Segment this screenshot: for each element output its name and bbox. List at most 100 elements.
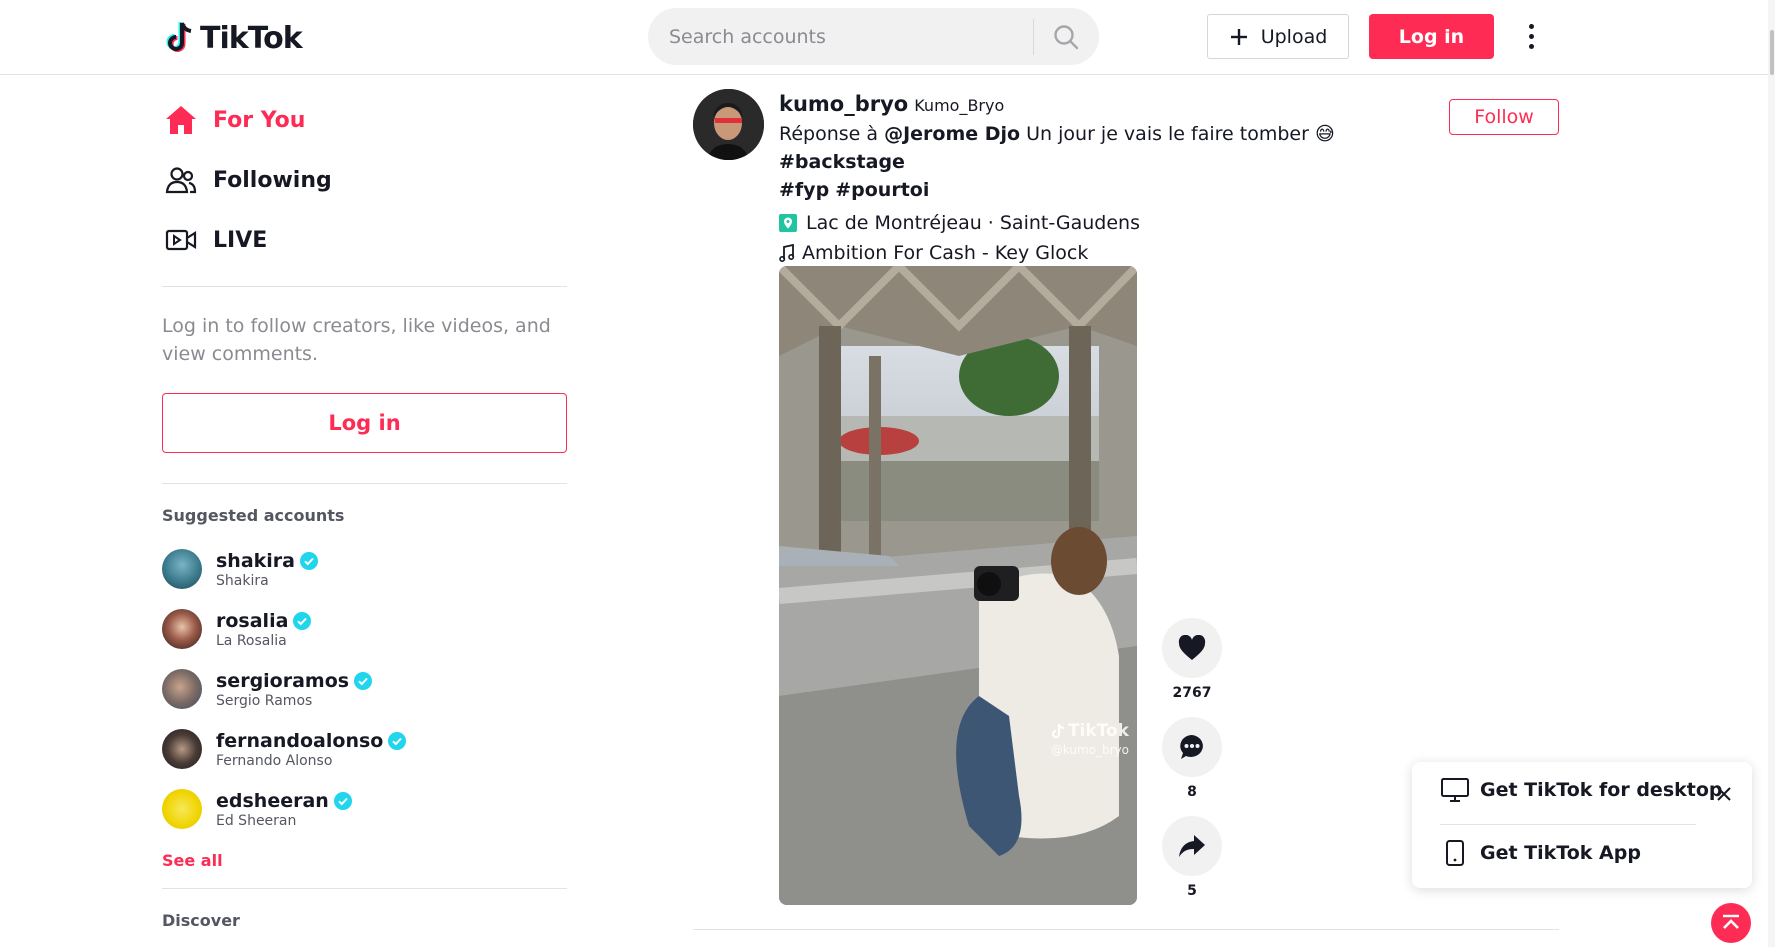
hashtag-link[interactable]: #backstage (779, 151, 905, 173)
verified-badge-icon (388, 731, 407, 750)
account-nickname: Fernando Alonso (216, 752, 333, 769)
tiktok-logo[interactable]: TikTok (166, 18, 303, 58)
post-location[interactable]: Lac de Montréjeau · Saint-Gaudens (779, 212, 1419, 234)
share-button[interactable] (1162, 816, 1222, 876)
desc-text: Un jour je vais le faire tomber (1020, 123, 1315, 145)
post-username[interactable]: kumo_bryo (779, 92, 908, 116)
verified-badge-icon (293, 611, 312, 630)
account-nickname: Shakira (216, 572, 269, 589)
share-icon (1179, 835, 1205, 857)
get-app-label: Get TikTok App (1480, 842, 1641, 864)
get-app-popup: Get TikTok for desktop Get TikTok App (1412, 762, 1752, 888)
tiktok-note-icon (1051, 723, 1064, 738)
avatar (162, 789, 202, 829)
suggested-account[interactable]: sergioramos Sergio Ramos (162, 659, 568, 719)
suggested-account[interactable]: edsheeran Ed Sheeran (162, 779, 568, 839)
avatar (162, 729, 202, 769)
comment-icon (1180, 735, 1203, 759)
verified-badge-icon (333, 791, 352, 810)
get-app-link[interactable]: Get TikTok App (1440, 840, 1641, 866)
hashtag-link[interactable]: #pourtoi (835, 179, 929, 201)
login-button-sidebar[interactable]: Log in (162, 393, 567, 453)
divider (1440, 824, 1696, 825)
avatar (162, 669, 202, 709)
tiktok-note-icon (166, 22, 192, 52)
hashtag-link[interactable]: #fyp (779, 179, 829, 201)
mention-link[interactable]: @Jerome Djo (884, 123, 1020, 145)
video-watermark: TikTok @kumo_bryo (1051, 721, 1129, 757)
live-video-icon (163, 222, 199, 258)
desktop-icon (1440, 778, 1470, 802)
post-nickname: Kumo_Bryo (914, 96, 1005, 115)
upload-button[interactable]: Upload (1207, 14, 1349, 59)
scrollbar-thumb[interactable] (1770, 30, 1774, 75)
heart-icon (1178, 635, 1206, 660)
avatar (162, 549, 202, 589)
location-text: Lac de Montréjeau · Saint-Gaudens (806, 212, 1140, 234)
verified-badge-icon (354, 671, 373, 690)
account-username: shakira (216, 549, 295, 572)
video-frame (779, 266, 1137, 905)
suggested-account[interactable]: rosalia La Rosalia (162, 599, 568, 659)
comment-button[interactable] (1162, 717, 1222, 777)
share-count: 5 (1187, 883, 1197, 899)
account-nickname: Ed Sheeran (216, 812, 297, 829)
suggested-account[interactable]: fernandoalonso Fernando Alonso (162, 719, 568, 779)
account-username: rosalia (216, 609, 289, 632)
search-icon (1054, 24, 1079, 49)
divider (162, 286, 567, 287)
scroll-to-top-button[interactable] (1711, 903, 1751, 943)
divider (162, 888, 567, 889)
follow-button[interactable]: Follow (1449, 99, 1559, 135)
comment-count: 8 (1187, 784, 1197, 800)
nav-label: LIVE (213, 227, 268, 253)
account-username: edsheeran (216, 789, 329, 812)
phone-icon (1440, 840, 1470, 866)
close-icon[interactable] (1712, 782, 1736, 806)
account-nickname: Sergio Ramos (216, 692, 313, 709)
home-icon (163, 102, 199, 138)
watermark-username: @kumo_bryo (1050, 743, 1129, 757)
post-music[interactable]: Ambition For Cash - Key Glock (779, 242, 1419, 264)
users-icon (163, 162, 199, 198)
discover-title: Discover (162, 911, 240, 930)
scrollbar-track[interactable] (1768, 0, 1775, 947)
account-username: sergioramos (216, 669, 350, 692)
plus-icon (1230, 28, 1247, 45)
suggested-accounts-title: Suggested accounts (162, 506, 345, 525)
arrow-up-icon (1723, 914, 1739, 929)
see-all-link[interactable]: See all (162, 851, 568, 870)
suggested-account[interactable]: shakira Shakira (162, 539, 568, 599)
more-options-icon[interactable] (1522, 20, 1540, 52)
nav-for-you[interactable]: For You (162, 90, 568, 150)
search-input[interactable] (648, 8, 1033, 65)
verified-badge-icon (300, 551, 318, 570)
post-author-avatar[interactable] (693, 89, 764, 160)
like-action: 2767 (1162, 618, 1222, 701)
upload-label: Upload (1260, 25, 1328, 48)
sidebar: For You Following LIVE Log in to follow … (162, 90, 568, 947)
music-title: Ambition For Cash - Key Glock (802, 242, 1089, 264)
nav-following[interactable]: Following (162, 150, 568, 210)
video-player[interactable]: TikTok @kumo_bryo (779, 266, 1137, 905)
desc-prefix: Réponse à (779, 123, 885, 145)
like-button[interactable] (1162, 618, 1222, 678)
like-count: 2767 (1172, 685, 1212, 701)
divider (162, 483, 567, 484)
music-note-icon (779, 244, 795, 262)
post-divider (693, 929, 1559, 930)
emoji: 😅 (1314, 123, 1335, 145)
account-username: fernandoalonso (216, 729, 384, 752)
search-button[interactable] (1034, 8, 1098, 65)
account-nickname: La Rosalia (216, 632, 287, 649)
nav-label: Following (213, 167, 332, 193)
avatar (162, 609, 202, 649)
logo-text: TikTok (200, 20, 303, 56)
watermark-logo-text: TikTok (1067, 721, 1129, 741)
post-description: Réponse à @Jerome Djo Un jour je vais le… (779, 120, 1419, 204)
comment-action: 8 (1162, 717, 1222, 800)
get-desktop-link[interactable]: Get TikTok for desktop (1440, 778, 1723, 802)
top-header: TikTok Upload Log in (0, 0, 1775, 75)
nav-live[interactable]: LIVE (162, 210, 568, 270)
login-button-header[interactable]: Log in (1369, 14, 1494, 59)
